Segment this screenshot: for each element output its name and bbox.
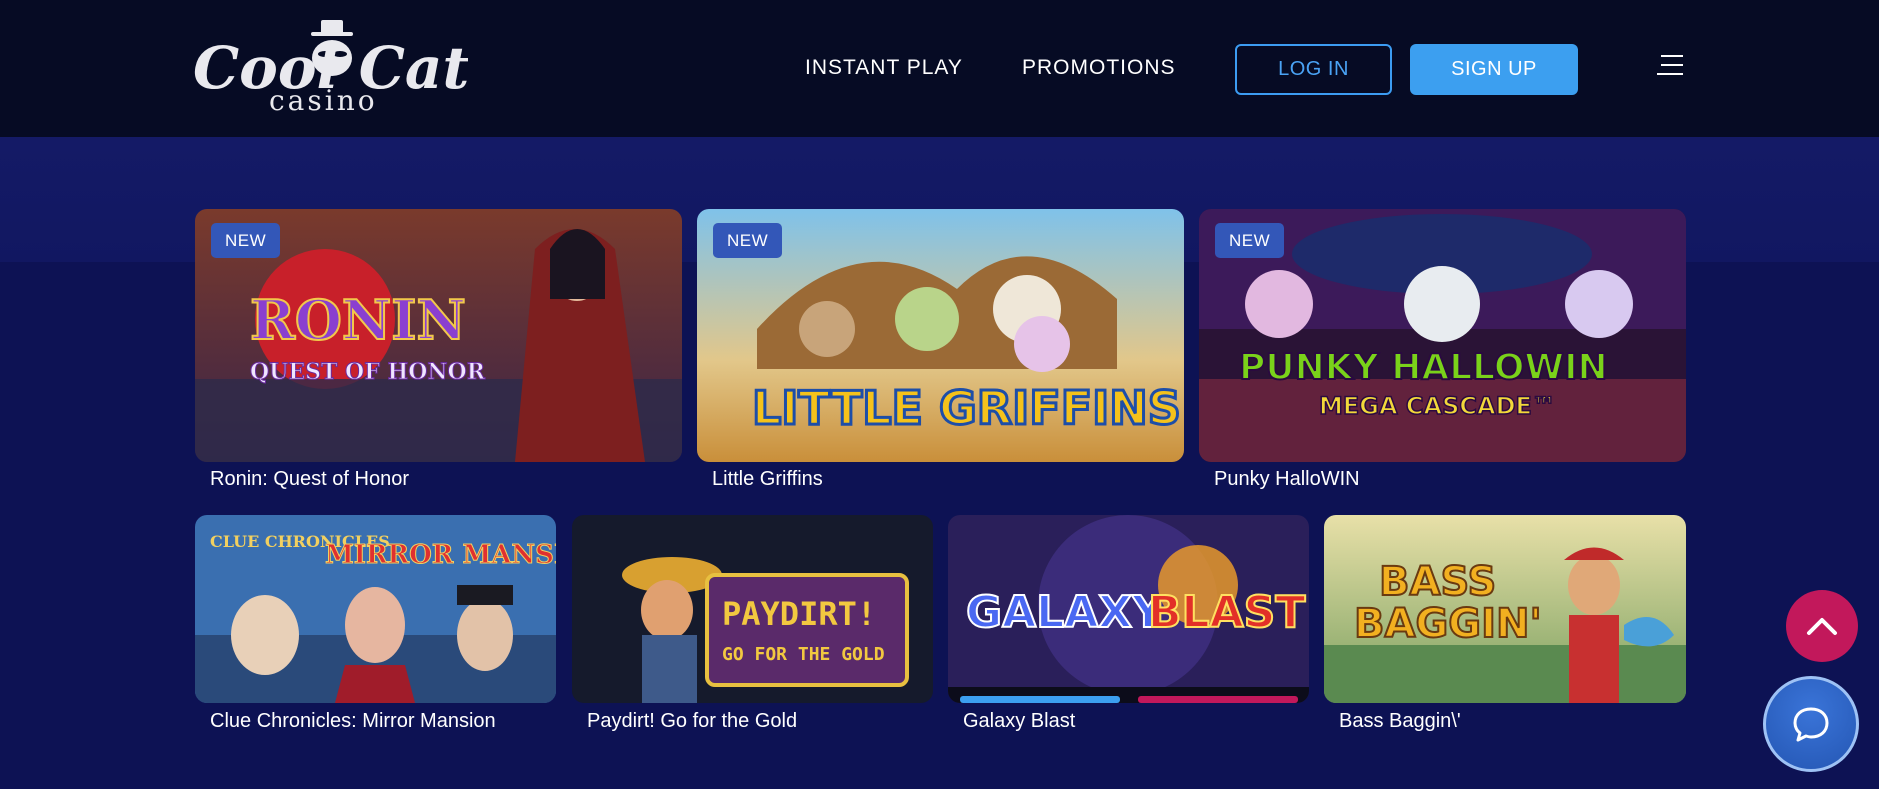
svg-text:MIRROR MANSION: MIRROR MANSION xyxy=(325,540,556,570)
chevron-up-icon xyxy=(1807,618,1837,635)
game-thumbnail[interactable]: GALAXY BLAST xyxy=(948,515,1309,703)
svg-text:PAYDIRT!: PAYDIRT! xyxy=(722,595,876,633)
site-header: Cool Cat casino INSTANT PLAY PROMOTIONS … xyxy=(0,0,1879,137)
nav-promotions[interactable]: PROMOTIONS xyxy=(1022,56,1176,80)
game-thumbnail[interactable]: BASS BAGGIN' xyxy=(1324,515,1686,703)
svg-text:RONIN: RONIN xyxy=(250,288,466,352)
svg-text:GO FOR THE GOLD: GO FOR THE GOLD xyxy=(722,644,885,665)
svg-text:QUEST OF HONOR: QUEST OF HONOR xyxy=(250,359,486,385)
game-title[interactable]: Ronin: Quest of Honor xyxy=(210,468,409,491)
new-badge: NEW xyxy=(1215,223,1285,258)
game-tile-punky-hallowin[interactable]: PUNKY HALLOWIN MEGA CASCADE™ NEW Punky H… xyxy=(1199,209,1686,499)
game-thumbnail[interactable]: CLUE CHRONICLES MIRROR MANSION xyxy=(195,515,556,703)
nav-instant-play[interactable]: INSTANT PLAY xyxy=(805,56,963,80)
svg-text:casino: casino xyxy=(269,84,378,113)
game-tile-paydirt[interactable]: PAYDIRT! GO FOR THE GOLD Paydirt! Go for… xyxy=(572,515,933,735)
game-title[interactable]: Punky HalloWIN xyxy=(1214,468,1360,491)
game-tile-little-griffins[interactable]: LITTLE GRIFFINS NEW Little Griffins xyxy=(697,209,1184,499)
game-title[interactable]: Clue Chronicles: Mirror Mansion xyxy=(210,710,496,733)
game-tile-clue-chronicles[interactable]: CLUE CHRONICLES MIRROR MANSION Clue Chro… xyxy=(195,515,556,735)
svg-text:LITTLE GRIFFINS: LITTLE GRIFFINS xyxy=(752,381,1181,435)
new-badge: NEW xyxy=(211,223,281,258)
svg-text:GALAXY: GALAXY xyxy=(966,587,1165,638)
game-title[interactable]: Paydirt! Go for the Gold xyxy=(587,710,797,733)
svg-text:BAGGIN': BAGGIN' xyxy=(1354,601,1542,647)
hamburger-menu-icon[interactable] xyxy=(1657,55,1683,77)
game-tile-bass-baggin[interactable]: BASS BAGGIN' Bass Baggin\' xyxy=(1324,515,1686,735)
live-chat-button[interactable] xyxy=(1763,676,1859,772)
galaxy-blast-art: GALAXY BLAST xyxy=(948,515,1309,703)
login-button[interactable]: LOG IN xyxy=(1235,44,1392,95)
bass-baggin-art: BASS BAGGIN' xyxy=(1324,515,1686,703)
game-title[interactable]: Little Griffins xyxy=(712,468,823,491)
clue-chronicles-art: CLUE CHRONICLES MIRROR MANSION xyxy=(195,515,556,703)
svg-text:PUNKY HALLOWIN: PUNKY HALLOWIN xyxy=(1239,347,1608,388)
chat-bubble-icon xyxy=(1793,707,1829,742)
new-badge: NEW xyxy=(713,223,783,258)
game-title[interactable]: Galaxy Blast xyxy=(963,710,1075,733)
svg-text:BASS: BASS xyxy=(1379,559,1496,605)
game-title[interactable]: Bass Baggin\' xyxy=(1339,710,1461,733)
scroll-to-top-button[interactable] xyxy=(1786,590,1858,662)
svg-text:BLAST: BLAST xyxy=(1148,587,1305,638)
game-thumbnail[interactable]: PAYDIRT! GO FOR THE GOLD xyxy=(572,515,933,703)
cool-cat-casino-logo[interactable]: Cool Cat casino xyxy=(193,18,470,117)
signup-button[interactable]: SIGN UP xyxy=(1410,44,1578,95)
game-tile-galaxy-blast[interactable]: GALAXY BLAST Galaxy Blast xyxy=(948,515,1309,735)
game-tile-ronin[interactable]: RONIN QUEST OF HONOR NEW Ronin: Quest of… xyxy=(195,209,682,499)
svg-text:MEGA CASCADE™: MEGA CASCADE™ xyxy=(1319,392,1556,420)
paydirt-art: PAYDIRT! GO FOR THE GOLD xyxy=(572,515,933,703)
logo-graphic: Cool Cat casino xyxy=(193,20,470,117)
